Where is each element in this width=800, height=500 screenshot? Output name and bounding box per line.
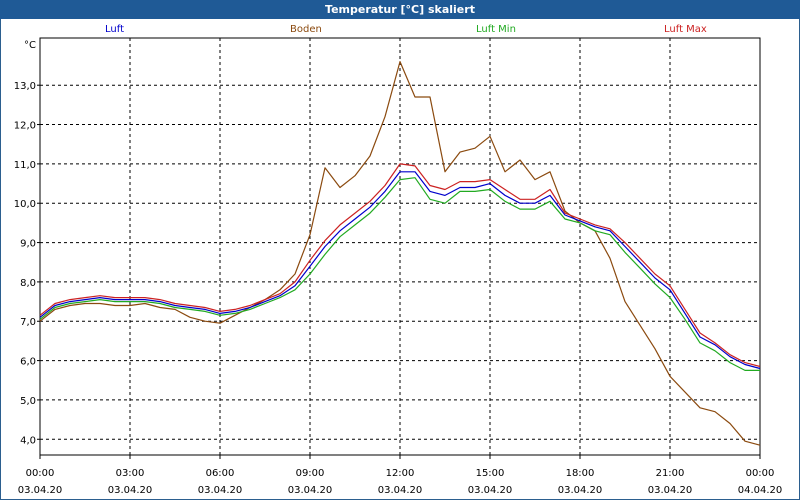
- line-chart: 13,0 12,0 11,0 10,0 9,0 8,0 7,0 6,0 5,0 4,0 °C 00:0…: [14, 37, 783, 496]
- y-tick-label: 7,0: [20, 317, 36, 328]
- x-tick-label-time: 06:00: [206, 468, 235, 479]
- x-tick-label-date: 04.04.20: [738, 485, 783, 496]
- x-tick-label-date: 03.04.20: [288, 485, 333, 496]
- x-tick-label-time: 12:00: [386, 468, 415, 479]
- y-tick-label: 13,0: [14, 81, 36, 92]
- y-tick-label: 10,0: [14, 199, 36, 210]
- y-tick-label: 5,0: [20, 396, 36, 407]
- y-tick-label: 11,0: [14, 160, 36, 171]
- x-tick-label-time: 09:00: [296, 468, 325, 479]
- x-tick-label-time: 00:00: [746, 468, 775, 479]
- x-tick-label-date: 03.04.20: [378, 485, 423, 496]
- x-tick-label-date: 03.04.20: [468, 485, 513, 496]
- x-tick-label-time: 21:00: [656, 468, 685, 479]
- x-tick-label-time: 03:00: [116, 468, 145, 479]
- x-tick-label-time: 18:00: [566, 468, 595, 479]
- x-tick-label-date: 03.04.20: [558, 485, 603, 496]
- y-tick-label: 9,0: [20, 239, 36, 250]
- x-tick-label-date: 03.04.20: [108, 485, 153, 496]
- x-tick-label-date: 03.04.20: [18, 485, 63, 496]
- y-tick-label: 8,0: [20, 278, 36, 289]
- y-unit-label: °C: [24, 40, 36, 51]
- x-tick-label-date: 03.04.20: [198, 485, 243, 496]
- y-tick-label: 12,0: [14, 121, 36, 132]
- x-tick-label-time: 00:00: [26, 468, 55, 479]
- x-tick-label-time: 15:00: [476, 468, 505, 479]
- y-tick-label: 6,0: [20, 357, 36, 368]
- x-tick-label-date: 03.04.20: [648, 485, 693, 496]
- y-tick-label: 4,0: [20, 435, 36, 446]
